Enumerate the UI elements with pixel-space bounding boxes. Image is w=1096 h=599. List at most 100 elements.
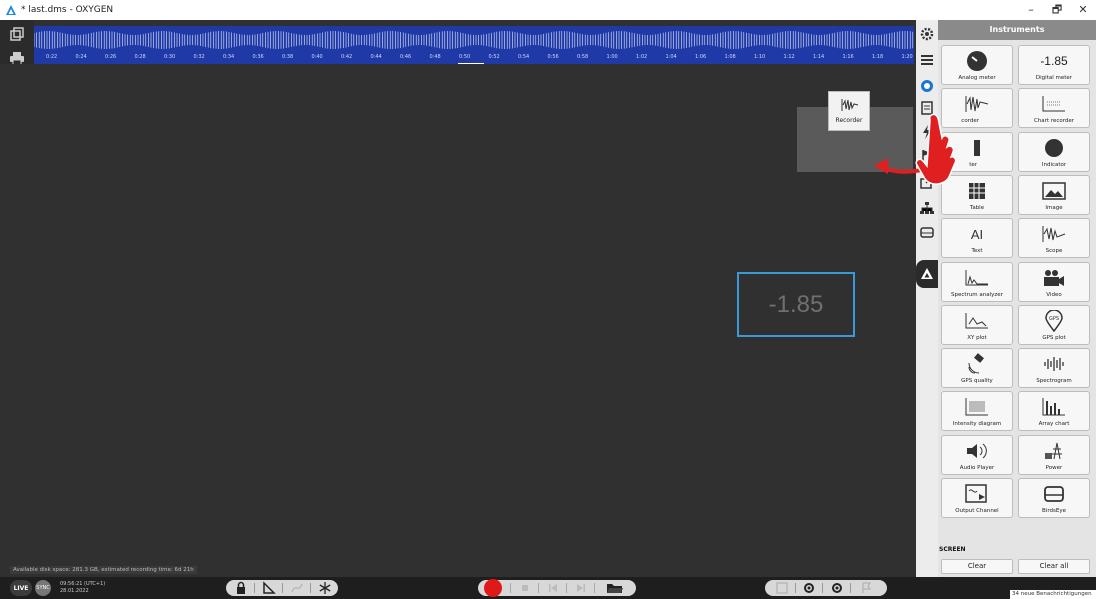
timeline-tick-label: 1:08 <box>724 54 736 60</box>
instrument-label: Audio Player <box>959 464 995 471</box>
skip-back-icon <box>549 584 557 592</box>
indicator-icon <box>1019 137 1089 159</box>
timeline-tick-label: 0:42 <box>341 54 353 60</box>
live-label: LIVE <box>13 584 29 592</box>
instrument-tile-array-chart[interactable]: Array chart <box>1018 391 1090 432</box>
instrument-tile-xy-plot[interactable]: XY plot <box>941 304 1013 345</box>
instrument-tile-text[interactable]: AI Text <box>941 218 1013 259</box>
timeline-tick-label: 1:00 <box>606 54 618 60</box>
instrument-tile-digital-meter[interactable]: -1.85 Digital meter <box>1018 45 1090 85</box>
drag-ghost-label: Recorder <box>835 117 863 124</box>
instrument-label: Intensity diagram <box>952 421 1002 428</box>
timeline-tick-label: 0:38 <box>282 54 294 60</box>
instrument-label: GPS quality <box>961 378 993 385</box>
record-button[interactable] <box>483 578 503 598</box>
snowflake-icon[interactable] <box>318 581 332 595</box>
instrument-label: Text <box>971 248 983 255</box>
channel-list-icon[interactable] <box>919 52 935 68</box>
channel-overview-icon[interactable] <box>919 78 935 94</box>
timeline-tick-label: 1:12 <box>783 54 795 60</box>
channel-settings-icon[interactable] <box>802 581 816 595</box>
timeline-tick-label: 0:48 <box>429 54 441 60</box>
vehicle-icon[interactable] <box>919 224 935 240</box>
instrument-tile-audio-player[interactable]: Audio Player <box>941 434 1013 475</box>
instrument-label: Array chart <box>1038 421 1070 428</box>
digital-meter-widget[interactable]: -1.85 <box>737 272 855 337</box>
instrument-tile-video[interactable]: Video <box>1018 261 1090 302</box>
open-folder-icon[interactable] <box>606 581 624 595</box>
instrument-tile-intensity-diagram[interactable]: Intensity diagram <box>941 391 1013 432</box>
sync-indicator[interactable]: SYNC <box>35 580 51 596</box>
clear-button[interactable]: Clear <box>941 559 1013 574</box>
timeline-tick-label: 0:40 <box>311 54 323 60</box>
instrument-label: Indicator <box>1041 161 1067 168</box>
instrument-tile-scope[interactable]: Scope <box>1018 218 1090 259</box>
skip-forward-icon <box>577 584 585 592</box>
ruler-icon[interactable] <box>262 581 276 595</box>
minimize-button[interactable]: – <box>1018 0 1044 20</box>
status-bar: LIVE SYNC 09:56:21 (UTC+1) 28.01.2022 <box>0 577 1096 599</box>
stop-icon <box>522 585 528 591</box>
instrument-tile-analog-meter[interactable]: Analog meter <box>941 45 1013 85</box>
instrument-label: GPS plot <box>1042 334 1066 341</box>
flag-icon <box>862 582 871 593</box>
timeline-tick-label: 0:34 <box>223 54 235 60</box>
instrument-tile-birdseye[interactable]: BirdsEye <box>1018 478 1090 518</box>
instrument-label: Video <box>1046 291 1062 298</box>
instruments-tab-icon[interactable] <box>919 266 935 282</box>
recorder-drag-ghost: Recorder <box>828 91 870 131</box>
xy-plot-icon <box>942 310 1012 332</box>
timeline-tick-label: 0:24 <box>75 54 87 60</box>
timeline-tick-label: 0:30 <box>164 54 176 60</box>
image-icon <box>1019 180 1089 202</box>
video-icon <box>1019 267 1089 289</box>
spectrogram-icon <box>1019 353 1089 375</box>
instrument-label: Output Channel <box>955 508 999 514</box>
network-icon[interactable] <box>919 200 935 216</box>
instrument-tile-gps-plot[interactable]: GPS GPS plot <box>1018 304 1090 345</box>
instrument-label: XY plot <box>967 334 987 341</box>
instrument-label: Analog meter <box>958 75 996 81</box>
timeline-tick-label: 1:06 <box>695 54 707 60</box>
intensity-diagram-icon <box>942 396 1012 418</box>
audio-player-icon <box>942 440 1012 462</box>
recorder-icon <box>841 99 859 111</box>
notification-toast[interactable]: 34 neue Benachrichtigungen <box>1010 590 1096 599</box>
instrument-tile-image[interactable]: Image <box>1018 174 1090 215</box>
lock-icon[interactable] <box>234 581 248 595</box>
clock-time: 09:56:21 (UTC+1) <box>60 581 106 587</box>
oxygen-logo-icon <box>6 5 16 15</box>
instrument-tile-spectrogram[interactable]: Spectrogram <box>1018 348 1090 389</box>
instrument-tile-gps-quality[interactable]: GPS quality <box>941 348 1013 389</box>
instrument-label: Spectrogram <box>1036 378 1072 385</box>
instrument-tile-indicator[interactable]: Indicator <box>1018 131 1090 172</box>
timeline-tick-label: 0:58 <box>577 54 589 60</box>
instrument-tile-spectrum-analyzer[interactable]: Spectrum analyzer <box>941 261 1013 302</box>
spectrum-analyzer-icon <box>942 267 1012 289</box>
analog-meter-icon <box>942 50 1012 72</box>
timeline-tick-label: 0:36 <box>252 54 264 60</box>
clock-date: 28.01.2022 <box>60 588 89 594</box>
close-button[interactable]: ✕ <box>1070 0 1096 20</box>
digital-meter-icon: -1.85 <box>1040 54 1068 68</box>
instrument-label: Scope <box>1045 248 1063 255</box>
settings-gear-icon[interactable] <box>919 26 935 42</box>
timeline-tick-label: 1:10 <box>754 54 766 60</box>
system-settings-icon[interactable] <box>830 581 844 595</box>
instrument-tile-output-channel[interactable]: Output Channel <box>941 478 1013 518</box>
instruments-panel: Instruments Analog meter -1.85 Digital met… <box>938 20 1096 577</box>
clock: 09:56:21 (UTC+1) 28.01.2022 <box>60 581 105 595</box>
instrument-tile-chart-recorder[interactable]: Chart recorder <box>1018 88 1090 129</box>
clear-all-button[interactable]: Clear all <box>1018 559 1090 574</box>
output-channel-icon <box>942 483 1012 505</box>
live-toggle[interactable]: LIVE <box>10 580 32 596</box>
instrument-tile-power[interactable]: Power <box>1018 434 1090 475</box>
instrument-label: Digital meter <box>1035 75 1073 81</box>
layers-icon[interactable] <box>9 26 25 42</box>
timeline-tick-label: 1:20 <box>901 54 913 60</box>
scope-icon <box>1019 223 1089 245</box>
timeline-tick-label: 1:04 <box>665 54 677 60</box>
maximize-button[interactable]: 🗗 <box>1044 0 1070 20</box>
array-chart-icon <box>1019 396 1089 418</box>
instrument-label: Chart recorder <box>1033 118 1075 125</box>
